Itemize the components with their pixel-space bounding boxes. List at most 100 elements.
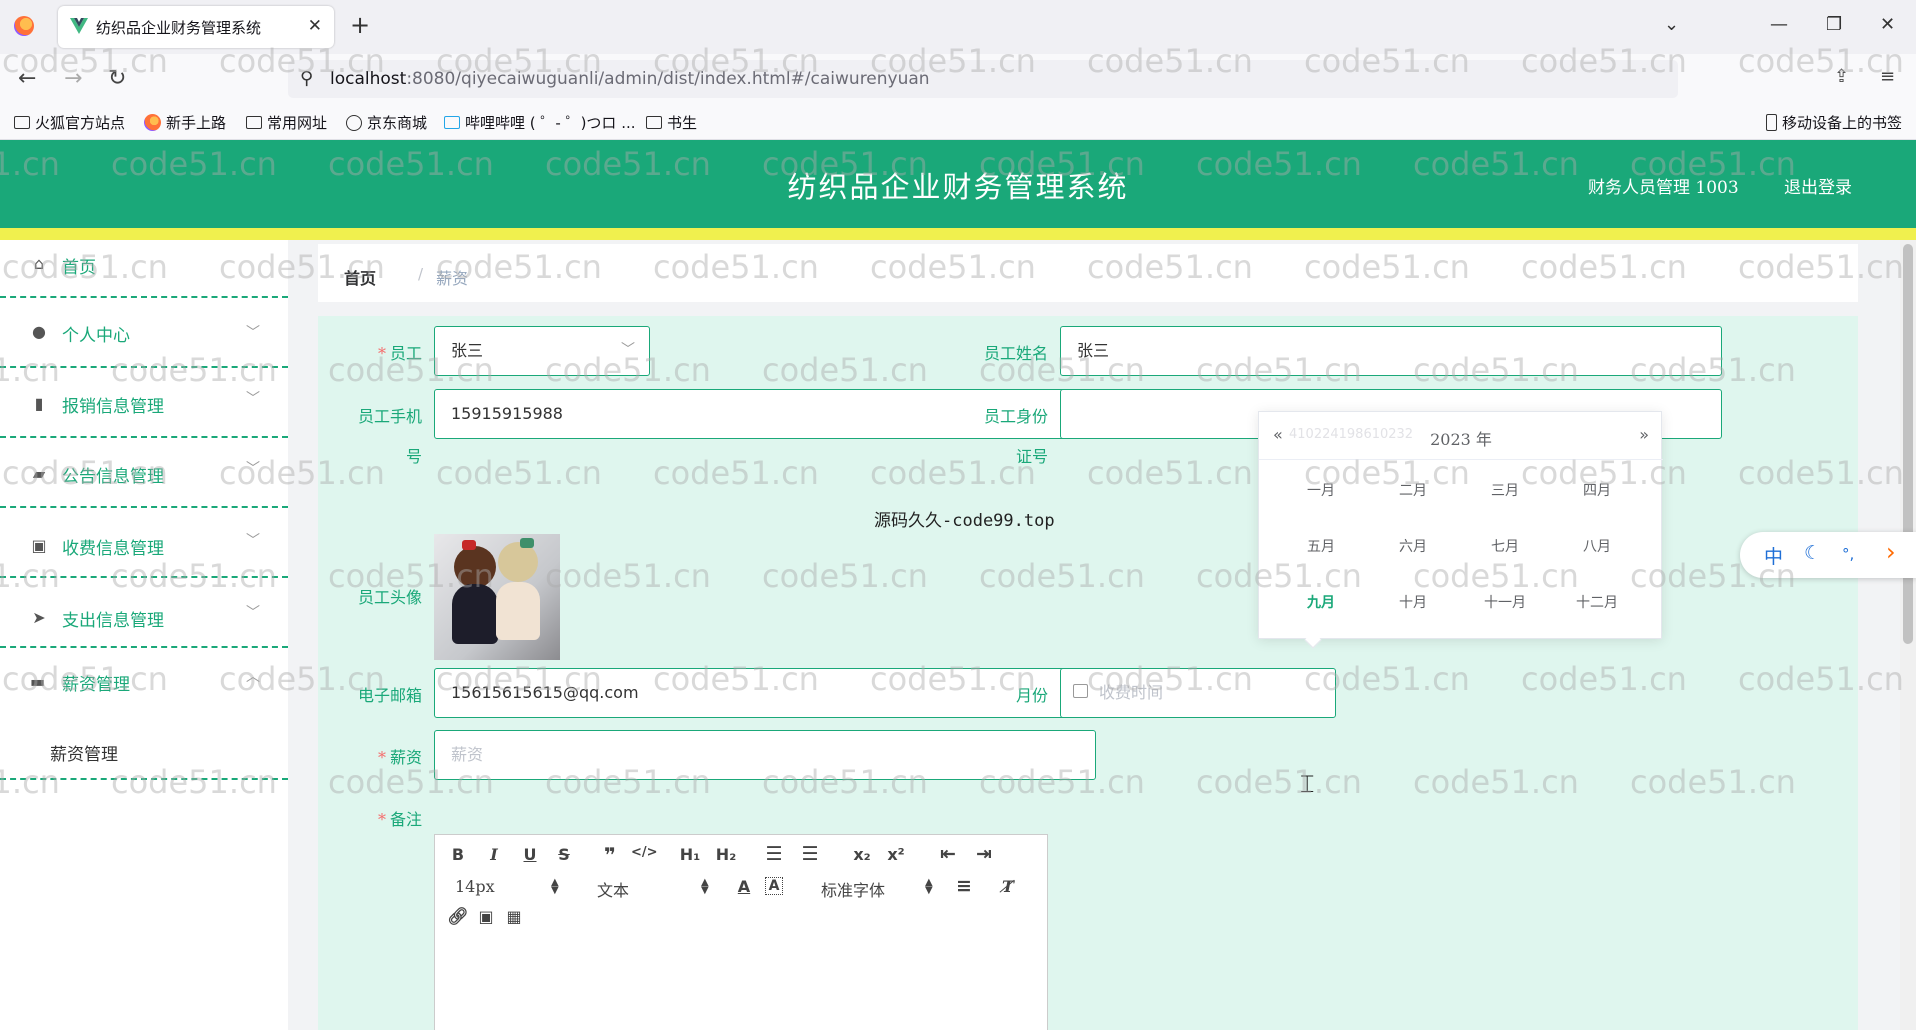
bold-icon[interactable]: B (445, 845, 471, 864)
clear-format-icon[interactable]: T̸ (995, 877, 1021, 896)
font-size-select[interactable]: 14px ▲ ▼ (455, 877, 565, 896)
month-cell[interactable]: 三月 (1459, 480, 1551, 500)
breadcrumb: 首页 / 薪资 (318, 244, 1858, 302)
month-cell[interactable]: 四月 (1551, 480, 1643, 500)
month-cell[interactable]: 八月 (1551, 536, 1643, 556)
sidebar-item-profile[interactable]: ● 个人中心 ﹀ (0, 298, 288, 368)
italic-icon[interactable]: I (481, 845, 507, 864)
main-content: 首页 / 薪资 * 员工 张三 ﹀ 员工姓名 张三 员工手机 号 15915915… (288, 240, 1900, 1030)
url-bar[interactable]: ⚲ localhost:8080/qiyecaiwuguanli/admin/d… (288, 60, 1678, 98)
folder-icon (14, 116, 30, 129)
tab-list-chevron-icon[interactable]: ⌄ (1664, 14, 1679, 35)
breadcrumb-home[interactable]: 首页 (344, 265, 376, 289)
month-cell[interactable]: 六月 (1367, 536, 1459, 556)
next-year-icon[interactable]: » (1639, 425, 1649, 444)
back-icon[interactable]: ← (18, 66, 36, 91)
font-color-icon[interactable]: A (731, 877, 757, 896)
browser-tab[interactable]: 纺织品企业财务管理系统 ✕ (58, 6, 334, 48)
logout-button[interactable]: 退出登录 (1784, 173, 1852, 198)
text-style-select[interactable]: 文本 ▲ ▼ (597, 877, 709, 901)
salary-field[interactable]: 薪资 (434, 730, 1096, 780)
quote-icon[interactable]: ❞ (597, 843, 623, 867)
code-icon[interactable]: </> (631, 845, 658, 860)
chevron-down-icon: ﹀ (246, 533, 260, 549)
indent-icon[interactable]: ⇥ (971, 843, 997, 865)
sidebar-subitem-salary[interactable]: 薪资管理 (0, 714, 288, 780)
month-cell[interactable]: 一月 (1275, 480, 1367, 500)
ime-moon-icon[interactable]: ☾ (1804, 542, 1821, 564)
salary-label: * 薪资 (377, 748, 422, 767)
h2-icon[interactable]: H₂ (711, 845, 741, 864)
reload-icon[interactable]: ↻ (108, 66, 126, 91)
ordered-list-icon[interactable]: ☰ (761, 843, 787, 865)
month-cell[interactable]: 二月 (1367, 480, 1459, 500)
forward-icon[interactable]: → (64, 66, 82, 91)
month-cell[interactable]: 十二月 (1551, 592, 1643, 612)
strike-icon[interactable]: S (551, 845, 577, 864)
id-label: 员工身份 (983, 407, 1048, 426)
ime-lang-icon[interactable]: 中 (1764, 542, 1783, 569)
sidebar-item-fees[interactable]: ▣ 收费信息管理 ﹀ (0, 508, 288, 578)
menu-icon[interactable]: ≡ (1880, 66, 1895, 87)
calendar-icon (1073, 684, 1088, 698)
new-tab-button[interactable]: + (350, 11, 370, 39)
month-cell[interactable]: 十月 (1367, 592, 1459, 612)
month-cell[interactable]: 五月 (1275, 536, 1367, 556)
ime-punct-icon[interactable]: °, (1842, 545, 1854, 563)
employee-select[interactable]: 张三 ﹀ (434, 326, 650, 376)
name-field[interactable]: 张三 (1060, 326, 1722, 376)
sidebar-item-expense[interactable]: ➤ 支出信息管理 ﹀ (0, 578, 288, 648)
minimize-icon[interactable]: — (1770, 14, 1788, 35)
firefox-icon[interactable] (14, 16, 34, 36)
h1-icon[interactable]: H₁ (675, 845, 705, 864)
subscript-icon[interactable]: x₂ (847, 845, 877, 864)
bilibili-icon (444, 116, 460, 129)
month-cell-current[interactable]: 九月 (1275, 592, 1367, 612)
sidebar-item-reimbursement[interactable]: ▮ 报销信息管理 ﹀ (0, 368, 288, 438)
bookmark-item[interactable]: 书生 (646, 112, 697, 133)
email-label: 电子邮箱 (357, 686, 422, 705)
month-cell[interactable]: 七月 (1459, 536, 1551, 556)
month-input[interactable]: 收费时间 (1060, 668, 1336, 718)
window-close-icon[interactable]: ✕ (1880, 14, 1895, 35)
align-icon[interactable]: ≡ (951, 875, 977, 897)
superscript-icon[interactable]: x² (881, 845, 911, 864)
outdent-icon[interactable]: ⇤ (935, 843, 961, 865)
bg-color-icon[interactable]: A (765, 877, 783, 895)
video-icon[interactable]: ▦ (501, 907, 527, 926)
bullet-list-icon[interactable]: ☰ (797, 843, 823, 865)
image-icon[interactable]: ▣ (473, 907, 499, 926)
chevron-down-icon: ﹀ (246, 325, 260, 341)
mobile-bookmarks[interactable]: 移动设备上的书签 (1766, 112, 1902, 133)
font-family-select[interactable]: 标准字体 ▲ ▼ (821, 877, 933, 901)
employee-label: * 员工 (377, 344, 422, 363)
ime-arrow-icon[interactable]: › (1886, 538, 1896, 566)
bookmark-item[interactable]: 新手上路 (144, 112, 226, 133)
tab-close-icon[interactable]: ✕ (308, 16, 322, 36)
share-icon[interactable]: ⇪ (1834, 66, 1849, 87)
url-text[interactable]: localhost:8080/qiyecaiwuguanli/admin/dis… (330, 69, 930, 89)
ime-toolbar[interactable]: 中 ☾ °, › (1740, 532, 1916, 578)
underline-icon[interactable]: U (517, 845, 543, 864)
month-picker-year[interactable]: 2023 年 (1259, 426, 1663, 450)
sidebar-item-announcement[interactable]: ▰ 公告信息管理 ﹀ (0, 438, 288, 508)
sidebar-item-home[interactable]: ⌂ 首页 (0, 240, 288, 298)
remark-label: * 备注 (377, 810, 422, 829)
month-cell[interactable]: 十一月 (1459, 592, 1551, 612)
avatar[interactable] (434, 534, 560, 660)
month-picker: « 410224198610232 2023 年 » 一月 二月 三月 四月 五… (1258, 411, 1663, 649)
rich-text-editor: B I U S ❞ </> H₁ H₂ ☰ ☰ x₂ x² ⇤ ⇥ 14px ▲ ▼… (434, 834, 1048, 1030)
browser-nav-bar: ← → ↻ ⚲ localhost:8080/qiyecaiwuguanli/a… (0, 54, 1916, 104)
bookmark-item[interactable]: 常用网址 (246, 112, 327, 133)
folder-icon (246, 116, 262, 129)
scrollbar-thumb[interactable] (1903, 244, 1913, 644)
phone-label: 员工手机 (357, 407, 422, 426)
bookmark-item[interactable]: 哔哩哔哩 ( ゜- ゜)つロ ... (444, 112, 636, 133)
chevron-up-icon: ︿ (246, 669, 260, 685)
bookmark-item[interactable]: 火狐官方站点 (14, 112, 125, 133)
link-icon[interactable]: 🔗︎ (445, 907, 471, 927)
folder-icon (646, 116, 662, 129)
bookmark-item[interactable]: 京东商城 (346, 112, 427, 133)
restore-icon[interactable]: ❐ (1826, 14, 1842, 35)
sidebar-item-salary[interactable]: ▬ 薪资管理 ︿ (0, 650, 288, 714)
